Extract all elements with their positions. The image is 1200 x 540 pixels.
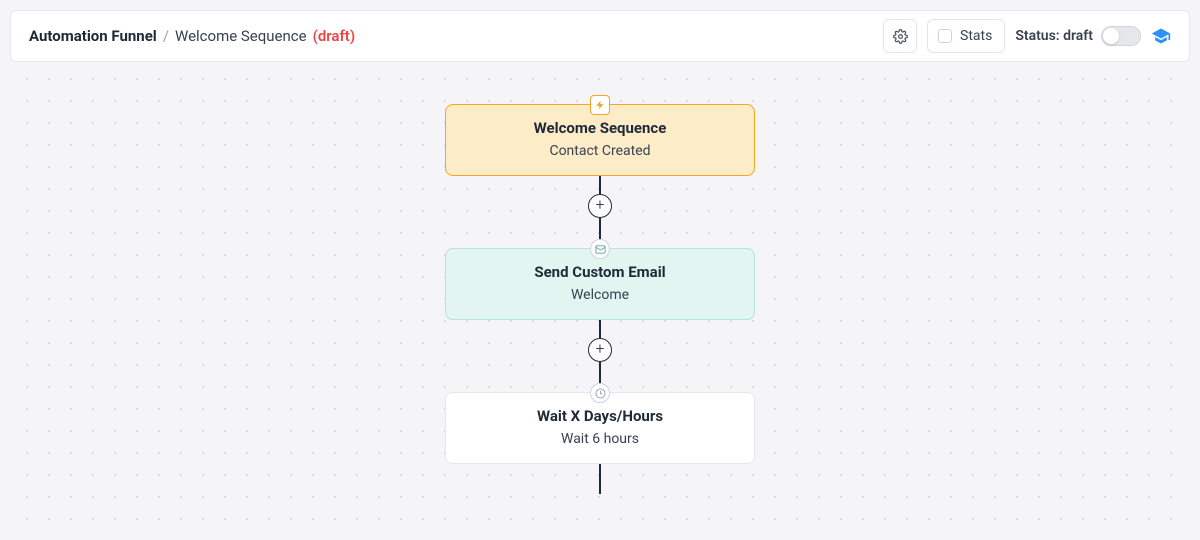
- graduation-cap-icon: [1151, 26, 1171, 46]
- breadcrumb: Automation Funnel / Welcome Sequence (dr…: [29, 27, 355, 45]
- trigger-node-subtitle: Contact Created: [464, 143, 736, 159]
- trigger-node-title: Welcome Sequence: [464, 119, 736, 137]
- help-button[interactable]: [1151, 26, 1171, 46]
- wait-node-subtitle: Wait 6 hours: [464, 431, 736, 447]
- add-step-button[interactable]: [588, 338, 612, 362]
- trigger-node[interactable]: Welcome Sequence Contact Created: [445, 104, 755, 176]
- email-icon: [590, 239, 610, 259]
- wait-node[interactable]: Wait X Days/Hours Wait 6 hours: [445, 392, 755, 464]
- breadcrumb-separator: /: [163, 27, 169, 45]
- bolt-icon: [590, 95, 610, 115]
- stats-button[interactable]: Stats: [927, 19, 1005, 53]
- breadcrumb-draft-label: (draft): [313, 27, 356, 45]
- connector: [599, 464, 601, 494]
- status-group: Status: draft: [1015, 26, 1141, 46]
- breadcrumb-funnel-name: Welcome Sequence: [175, 27, 307, 45]
- email-node[interactable]: Send Custom Email Welcome: [445, 248, 755, 320]
- wait-node-title: Wait X Days/Hours: [464, 407, 736, 425]
- stats-checkbox[interactable]: [938, 29, 952, 43]
- stats-label: Stats: [960, 28, 992, 44]
- settings-button[interactable]: [883, 19, 917, 53]
- gear-icon: [893, 29, 908, 44]
- email-node-subtitle: Welcome: [464, 287, 736, 303]
- status-toggle[interactable]: [1101, 26, 1141, 46]
- connector: [599, 320, 601, 338]
- add-step-button[interactable]: [588, 194, 612, 218]
- status-label: Status: draft: [1015, 28, 1093, 44]
- breadcrumb-root[interactable]: Automation Funnel: [29, 27, 157, 45]
- clock-icon: [590, 383, 610, 403]
- header-bar: Automation Funnel / Welcome Sequence (dr…: [10, 10, 1190, 62]
- email-node-title: Send Custom Email: [464, 263, 736, 281]
- flow-canvas[interactable]: Welcome Sequence Contact Created Send Cu…: [10, 62, 1190, 530]
- connector: [599, 176, 601, 194]
